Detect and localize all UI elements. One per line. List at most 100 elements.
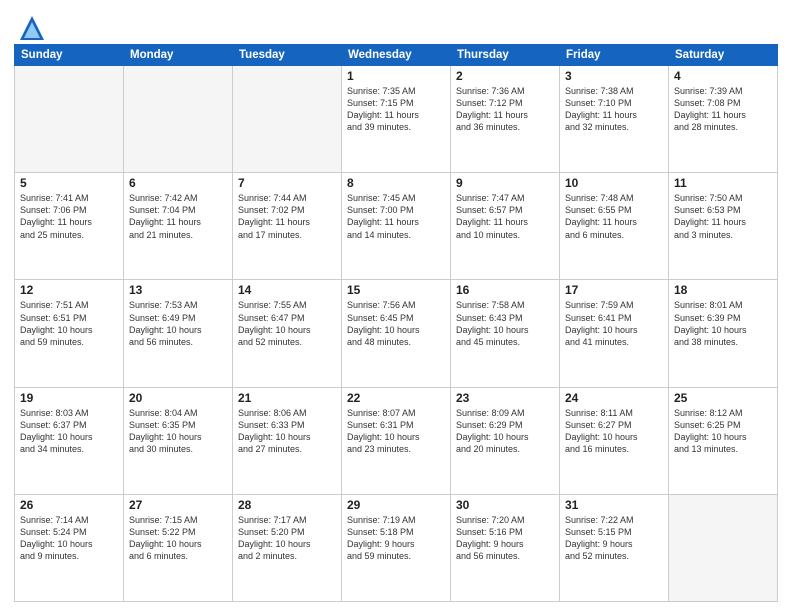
day-number: 26 xyxy=(20,498,118,512)
calendar-cell: 4 Sunrise: 7:39 AM Sunset: 7:08 PM Daylig… xyxy=(669,66,778,173)
day-info: Sunrise: 7:56 AM Sunset: 6:45 PM Dayligh… xyxy=(347,299,445,348)
weekday-header-monday: Monday xyxy=(124,45,233,66)
day-info: Sunrise: 7:45 AM Sunset: 7:00 PM Dayligh… xyxy=(347,192,445,241)
weekday-header-row: SundayMondayTuesdayWednesdayThursdayFrid… xyxy=(15,45,778,66)
day-info: Sunrise: 7:35 AM Sunset: 7:15 PM Dayligh… xyxy=(347,85,445,134)
calendar-cell: 18 Sunrise: 8:01 AM Sunset: 6:39 PM Dayli… xyxy=(669,280,778,387)
day-info: Sunrise: 7:38 AM Sunset: 7:10 PM Dayligh… xyxy=(565,85,663,134)
day-info: Sunrise: 7:17 AM Sunset: 5:20 PM Dayligh… xyxy=(238,514,336,563)
calendar-cell: 5 Sunrise: 7:41 AM Sunset: 7:06 PM Daylig… xyxy=(15,173,124,280)
calendar-cell: 22 Sunrise: 8:07 AM Sunset: 6:31 PM Dayli… xyxy=(342,387,451,494)
day-number: 6 xyxy=(129,176,227,190)
day-info: Sunrise: 8:12 AM Sunset: 6:25 PM Dayligh… xyxy=(674,407,772,456)
calendar-cell: 2Sunrise: 7:36 AM Sunset: 7:12 PM Daylig… xyxy=(451,66,560,173)
calendar-cell: 23 Sunrise: 8:09 AM Sunset: 6:29 PM Dayli… xyxy=(451,387,560,494)
calendar-cell: 27 Sunrise: 7:15 AM Sunset: 5:22 PM Dayli… xyxy=(124,494,233,601)
calendar-cell: 15Sunrise: 7:56 AM Sunset: 6:45 PM Dayli… xyxy=(342,280,451,387)
calendar-cell: 13 Sunrise: 7:53 AM Sunset: 6:49 PM Dayli… xyxy=(124,280,233,387)
day-info: Sunrise: 7:53 AM Sunset: 6:49 PM Dayligh… xyxy=(129,299,227,348)
week-row-4: 19 Sunrise: 8:03 AM Sunset: 6:37 PM Dayli… xyxy=(15,387,778,494)
calendar-cell: 3Sunrise: 7:38 AM Sunset: 7:10 PM Daylig… xyxy=(560,66,669,173)
week-row-3: 12 Sunrise: 7:51 AM Sunset: 6:51 PM Dayli… xyxy=(15,280,778,387)
day-number: 8 xyxy=(347,176,445,190)
day-info: Sunrise: 7:48 AM Sunset: 6:55 PM Dayligh… xyxy=(565,192,663,241)
week-row-1: 1 Sunrise: 7:35 AM Sunset: 7:15 PM Daylig… xyxy=(15,66,778,173)
day-info: Sunrise: 7:14 AM Sunset: 5:24 PM Dayligh… xyxy=(20,514,118,563)
calendar-cell: 12 Sunrise: 7:51 AM Sunset: 6:51 PM Dayli… xyxy=(15,280,124,387)
day-number: 1 xyxy=(347,69,445,83)
day-info: Sunrise: 8:03 AM Sunset: 6:37 PM Dayligh… xyxy=(20,407,118,456)
day-info: Sunrise: 7:44 AM Sunset: 7:02 PM Dayligh… xyxy=(238,192,336,241)
day-number: 18 xyxy=(674,283,772,297)
calendar-cell: 25 Sunrise: 8:12 AM Sunset: 6:25 PM Dayli… xyxy=(669,387,778,494)
weekday-header-tuesday: Tuesday xyxy=(233,45,342,66)
day-number: 12 xyxy=(20,283,118,297)
calendar: SundayMondayTuesdayWednesdayThursdayFrid… xyxy=(14,44,778,602)
weekday-header-saturday: Saturday xyxy=(669,45,778,66)
day-info: Sunrise: 8:01 AM Sunset: 6:39 PM Dayligh… xyxy=(674,299,772,348)
day-info: Sunrise: 8:09 AM Sunset: 6:29 PM Dayligh… xyxy=(456,407,554,456)
calendar-cell: 8 Sunrise: 7:45 AM Sunset: 7:00 PM Daylig… xyxy=(342,173,451,280)
calendar-cell xyxy=(15,66,124,173)
day-number: 27 xyxy=(129,498,227,512)
calendar-cell: 10 Sunrise: 7:48 AM Sunset: 6:55 PM Dayli… xyxy=(560,173,669,280)
day-info: Sunrise: 7:55 AM Sunset: 6:47 PM Dayligh… xyxy=(238,299,336,348)
weekday-header-thursday: Thursday xyxy=(451,45,560,66)
day-info: Sunrise: 7:41 AM Sunset: 7:06 PM Dayligh… xyxy=(20,192,118,241)
day-number: 17 xyxy=(565,283,663,297)
calendar-cell: 20Sunrise: 8:04 AM Sunset: 6:35 PM Dayli… xyxy=(124,387,233,494)
day-info: Sunrise: 7:20 AM Sunset: 5:16 PM Dayligh… xyxy=(456,514,554,563)
day-info: Sunrise: 8:07 AM Sunset: 6:31 PM Dayligh… xyxy=(347,407,445,456)
day-number: 21 xyxy=(238,391,336,405)
day-info: Sunrise: 7:36 AM Sunset: 7:12 PM Dayligh… xyxy=(456,85,554,134)
header xyxy=(14,10,778,38)
day-number: 11 xyxy=(674,176,772,190)
day-info: Sunrise: 8:06 AM Sunset: 6:33 PM Dayligh… xyxy=(238,407,336,456)
page: SundayMondayTuesdayWednesdayThursdayFrid… xyxy=(0,0,792,612)
day-number: 5 xyxy=(20,176,118,190)
calendar-cell: 28Sunrise: 7:17 AM Sunset: 5:20 PM Dayli… xyxy=(233,494,342,601)
calendar-cell xyxy=(124,66,233,173)
day-number: 10 xyxy=(565,176,663,190)
day-info: Sunrise: 7:39 AM Sunset: 7:08 PM Dayligh… xyxy=(674,85,772,134)
weekday-header-sunday: Sunday xyxy=(15,45,124,66)
day-number: 25 xyxy=(674,391,772,405)
day-info: Sunrise: 7:47 AM Sunset: 6:57 PM Dayligh… xyxy=(456,192,554,241)
day-info: Sunrise: 8:11 AM Sunset: 6:27 PM Dayligh… xyxy=(565,407,663,456)
day-number: 4 xyxy=(674,69,772,83)
calendar-cell: 29 Sunrise: 7:19 AM Sunset: 5:18 PM Dayli… xyxy=(342,494,451,601)
day-number: 7 xyxy=(238,176,336,190)
day-number: 16 xyxy=(456,283,554,297)
calendar-cell: 9 Sunrise: 7:47 AM Sunset: 6:57 PM Daylig… xyxy=(451,173,560,280)
week-row-2: 5 Sunrise: 7:41 AM Sunset: 7:06 PM Daylig… xyxy=(15,173,778,280)
calendar-cell: 14 Sunrise: 7:55 AM Sunset: 6:47 PM Dayli… xyxy=(233,280,342,387)
day-info: Sunrise: 7:19 AM Sunset: 5:18 PM Dayligh… xyxy=(347,514,445,563)
day-info: Sunrise: 7:15 AM Sunset: 5:22 PM Dayligh… xyxy=(129,514,227,563)
day-info: Sunrise: 7:58 AM Sunset: 6:43 PM Dayligh… xyxy=(456,299,554,348)
calendar-cell: 16 Sunrise: 7:58 AM Sunset: 6:43 PM Dayli… xyxy=(451,280,560,387)
calendar-cell: 17Sunrise: 7:59 AM Sunset: 6:41 PM Dayli… xyxy=(560,280,669,387)
weekday-header-friday: Friday xyxy=(560,45,669,66)
logo-text xyxy=(14,14,46,38)
day-number: 22 xyxy=(347,391,445,405)
day-number: 31 xyxy=(565,498,663,512)
day-number: 19 xyxy=(20,391,118,405)
calendar-cell: 26 Sunrise: 7:14 AM Sunset: 5:24 PM Dayli… xyxy=(15,494,124,601)
day-number: 29 xyxy=(347,498,445,512)
calendar-cell: 31Sunrise: 7:22 AM Sunset: 5:15 PM Dayli… xyxy=(560,494,669,601)
calendar-cell: 7 Sunrise: 7:44 AM Sunset: 7:02 PM Daylig… xyxy=(233,173,342,280)
logo-icon xyxy=(18,14,46,42)
day-number: 9 xyxy=(456,176,554,190)
day-number: 30 xyxy=(456,498,554,512)
day-info: Sunrise: 7:51 AM Sunset: 6:51 PM Dayligh… xyxy=(20,299,118,348)
day-info: Sunrise: 7:42 AM Sunset: 7:04 PM Dayligh… xyxy=(129,192,227,241)
logo xyxy=(14,14,46,38)
day-info: Sunrise: 7:50 AM Sunset: 6:53 PM Dayligh… xyxy=(674,192,772,241)
day-number: 13 xyxy=(129,283,227,297)
calendar-cell: 21 Sunrise: 8:06 AM Sunset: 6:33 PM Dayli… xyxy=(233,387,342,494)
calendar-cell xyxy=(233,66,342,173)
calendar-cell: 1 Sunrise: 7:35 AM Sunset: 7:15 PM Daylig… xyxy=(342,66,451,173)
calendar-cell: 11 Sunrise: 7:50 AM Sunset: 6:53 PM Dayli… xyxy=(669,173,778,280)
day-number: 23 xyxy=(456,391,554,405)
day-number: 14 xyxy=(238,283,336,297)
